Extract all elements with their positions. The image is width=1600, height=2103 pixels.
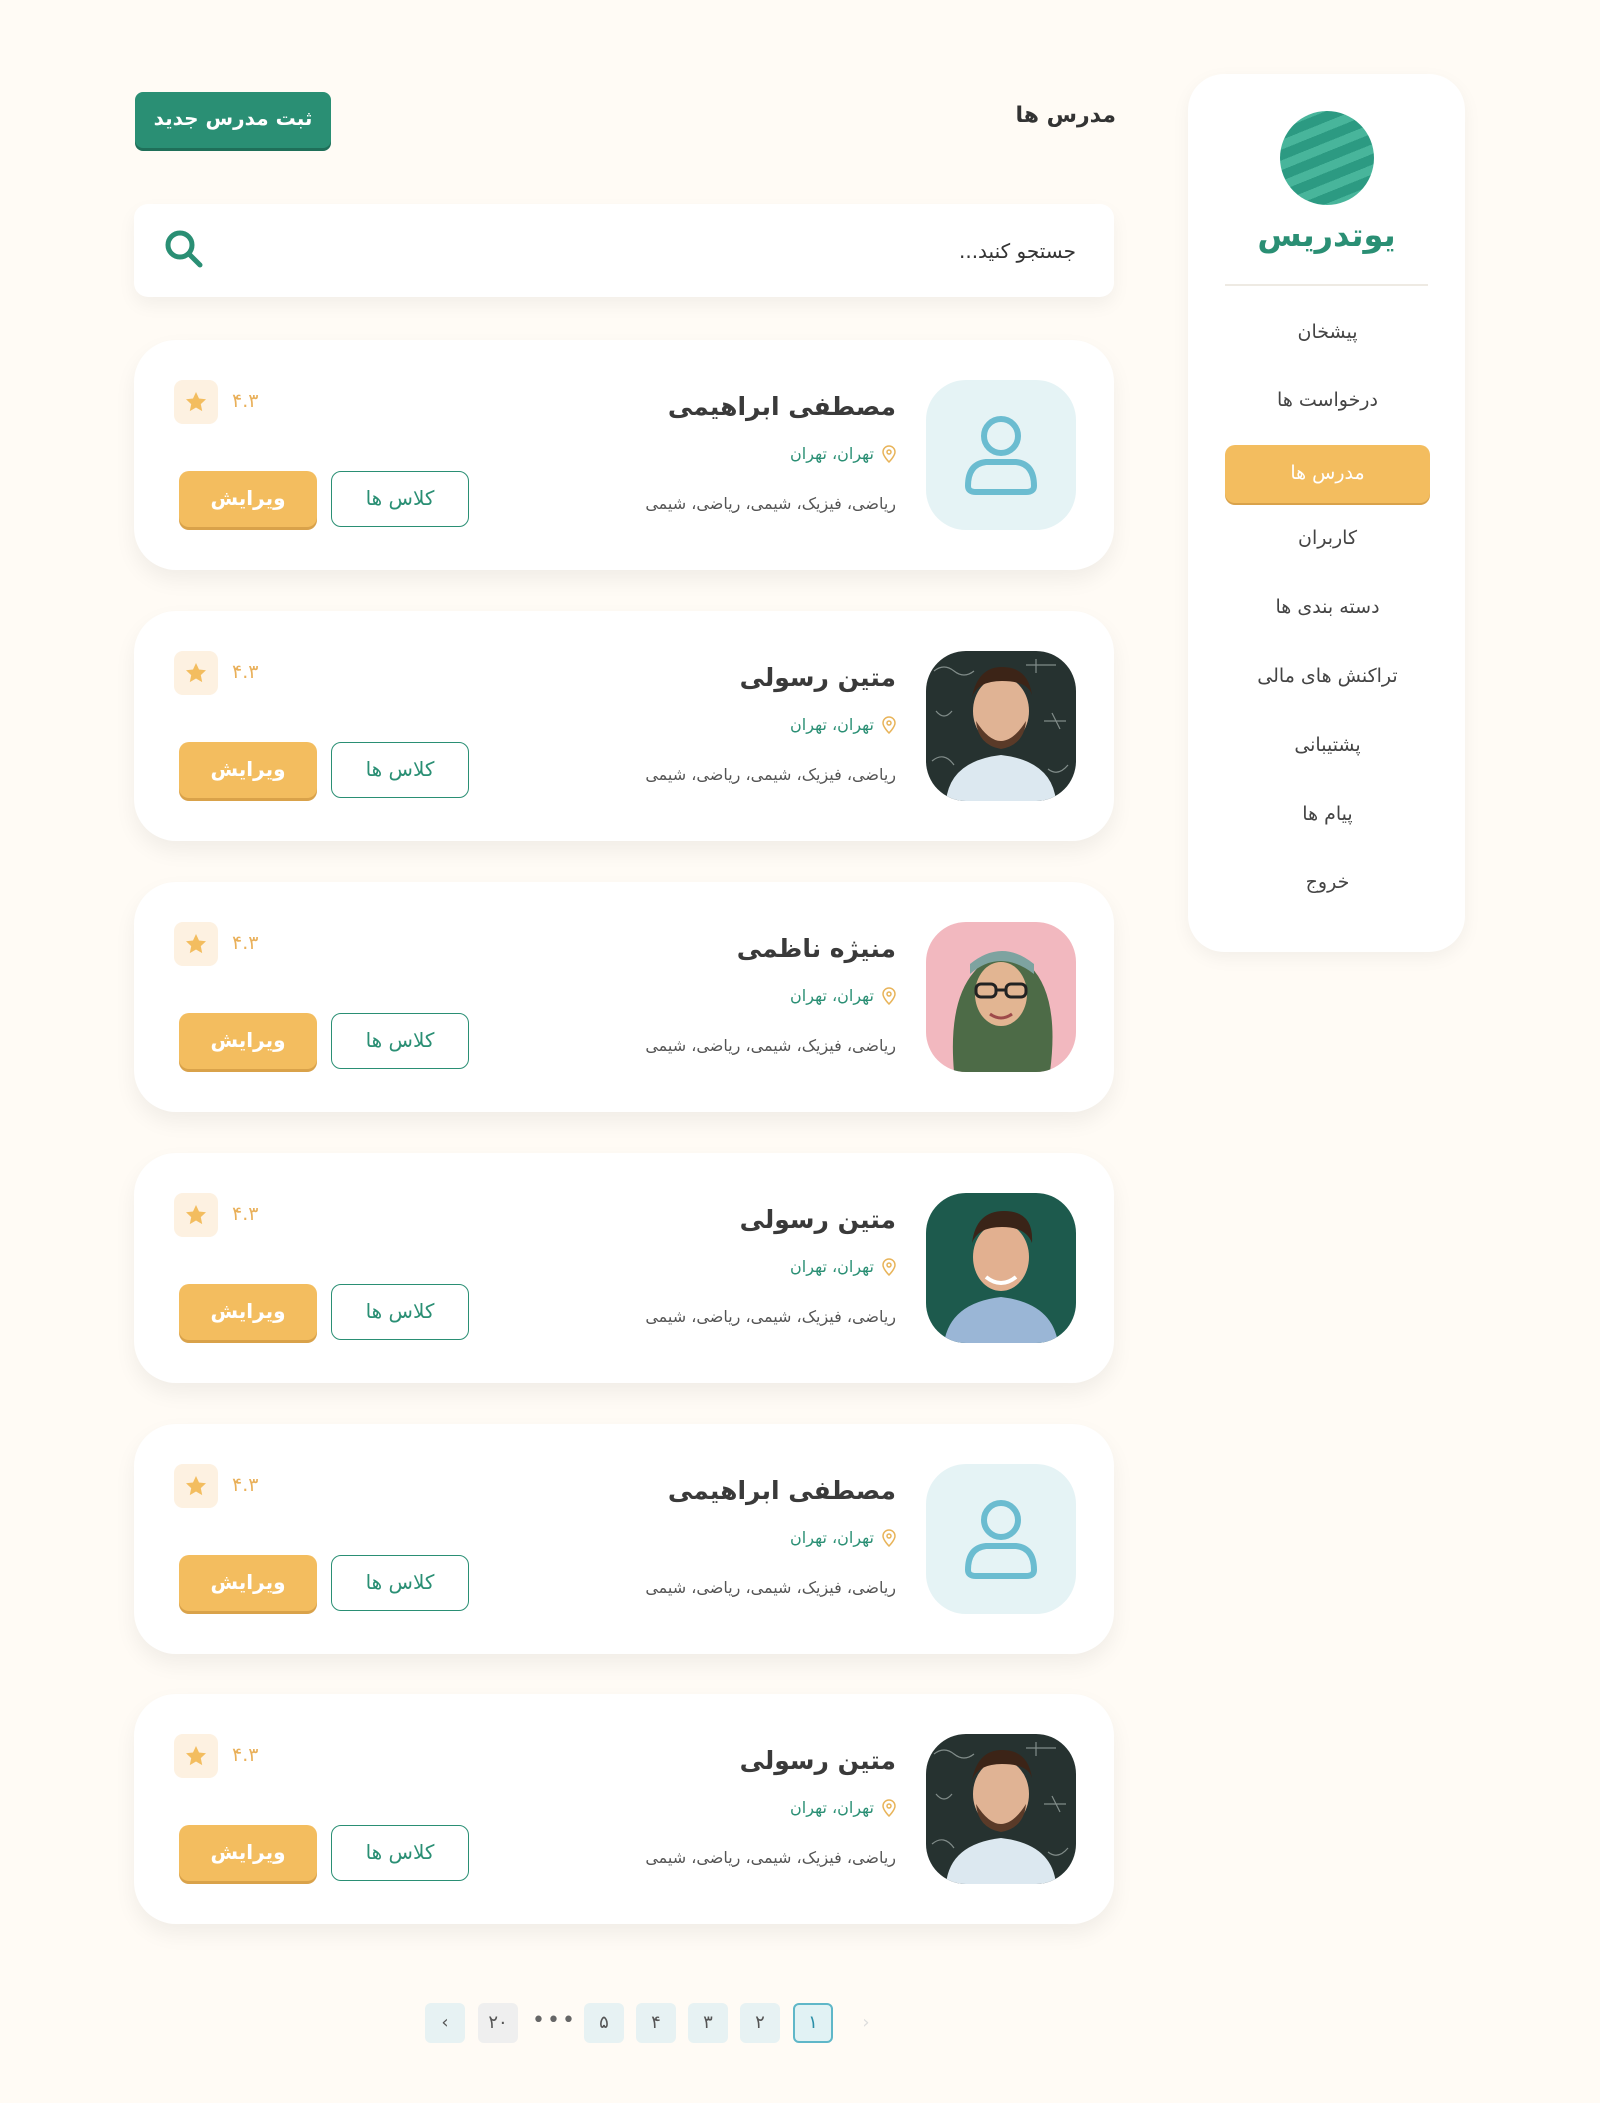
classes-button[interactable]: کلاس ها bbox=[331, 1013, 469, 1069]
star-icon bbox=[174, 651, 218, 695]
pagination-page-3[interactable]: ۳ bbox=[688, 2003, 728, 2043]
teacher-card: مصطفی ابراهیمی تهران، تهران ریاضی، فیزیک، … bbox=[134, 1424, 1114, 1654]
pagination-page-5[interactable]: ۵ bbox=[584, 2003, 624, 2043]
sidebar-item-categories[interactable]: دسته بندی ها bbox=[1225, 579, 1430, 637]
sidebar-divider bbox=[1225, 284, 1428, 286]
teacher-subjects: ریاضی، فیزیک، شیمی، ریاضی، شیمی bbox=[645, 1036, 896, 1055]
location-pin-icon bbox=[880, 1257, 896, 1276]
avatar bbox=[926, 651, 1076, 801]
pagination-ellipsis: ••• bbox=[532, 2008, 577, 2033]
teacher-rating: ۴.۳ bbox=[232, 1474, 259, 1496]
classes-button[interactable]: کلاس ها bbox=[331, 1555, 469, 1611]
edit-button[interactable]: ویرایش bbox=[179, 1555, 317, 1611]
avatar bbox=[926, 1464, 1076, 1614]
pagination-page-2[interactable]: ۲ bbox=[740, 2003, 780, 2043]
sidebar-item-teachers[interactable]: مدرس ها bbox=[1225, 445, 1430, 503]
search-icon[interactable] bbox=[160, 225, 208, 273]
edit-button[interactable]: ویرایش bbox=[179, 471, 317, 527]
location-pin-icon bbox=[880, 1798, 896, 1817]
teacher-rating: ۴.۳ bbox=[232, 1203, 259, 1225]
location-text: تهران، تهران bbox=[790, 1257, 874, 1276]
edit-button[interactable]: ویرایش bbox=[179, 1013, 317, 1069]
teacher-name: متین رسولی bbox=[739, 1746, 896, 1775]
avatar bbox=[926, 380, 1076, 530]
edit-button[interactable]: ویرایش bbox=[179, 742, 317, 798]
edit-button[interactable]: ویرایش bbox=[179, 1825, 317, 1881]
teacher-rating: ۴.۳ bbox=[232, 390, 259, 412]
sidebar-item-transactions[interactable]: تراکنش های مالی bbox=[1225, 648, 1430, 706]
logo-icon bbox=[1280, 111, 1374, 205]
teacher-location: تهران، تهران bbox=[790, 1528, 896, 1547]
sidebar-item-users[interactable]: کاربران bbox=[1225, 510, 1430, 568]
teacher-name: مصطفی ابراهیمی bbox=[667, 1476, 896, 1505]
sidebar-item-dashboard[interactable]: پیشخان bbox=[1225, 304, 1430, 362]
pagination-next-button[interactable]: ‹ bbox=[425, 2003, 465, 2043]
avatar bbox=[926, 922, 1076, 1072]
teacher-subjects: ریاضی، فیزیک، شیمی، ریاضی، شیمی bbox=[645, 765, 896, 784]
teacher-rating: ۴.۳ bbox=[232, 661, 259, 683]
star-icon bbox=[174, 380, 218, 424]
teacher-card: مصطفی ابراهیمی تهران، تهران ریاضی، فیزیک، … bbox=[134, 340, 1114, 570]
location-pin-icon bbox=[880, 986, 896, 1005]
sidebar-item-requests[interactable]: درخواست ها bbox=[1225, 372, 1430, 430]
sidebar-item-logout[interactable]: خروج bbox=[1225, 854, 1430, 912]
teacher-name: متین رسولی bbox=[739, 663, 896, 692]
search-bar bbox=[134, 204, 1114, 297]
location-pin-icon bbox=[880, 444, 896, 463]
star-icon bbox=[174, 1464, 218, 1508]
location-pin-icon bbox=[880, 1528, 896, 1547]
pagination-page-4[interactable]: ۴ bbox=[636, 2003, 676, 2043]
teacher-subjects: ریاضی، فیزیک، شیمی، ریاضی، شیمی bbox=[645, 1848, 896, 1867]
teacher-name: متین رسولی bbox=[739, 1205, 896, 1234]
teacher-location: تهران، تهران bbox=[790, 986, 896, 1005]
teacher-card: منیژه ناظمی تهران، تهران ریاضی، فیزیک، شیم… bbox=[134, 882, 1114, 1112]
edit-button[interactable]: ویرایش bbox=[179, 1284, 317, 1340]
teacher-rating: ۴.۳ bbox=[232, 932, 259, 954]
location-text: تهران، تهران bbox=[790, 986, 874, 1005]
add-teacher-button[interactable]: ثبت مدرس جدید bbox=[135, 92, 331, 148]
teacher-location: تهران، تهران bbox=[790, 1798, 896, 1817]
pagination-prev-button[interactable]: › bbox=[846, 2003, 886, 2043]
teacher-location: تهران، تهران bbox=[790, 444, 896, 463]
teacher-subjects: ریاضی، فیزیک، شیمی، ریاضی، شیمی bbox=[645, 1578, 896, 1597]
avatar bbox=[926, 1734, 1076, 1884]
teacher-name: منیژه ناظمی bbox=[736, 934, 896, 963]
teacher-subjects: ریاضی، فیزیک، شیمی، ریاضی، شیمی bbox=[645, 1307, 896, 1326]
teacher-card: متین رسولی تهران، تهران ریاضی، فیزیک، شیمی… bbox=[134, 1694, 1114, 1924]
classes-button[interactable]: کلاس ها bbox=[331, 742, 469, 798]
teacher-location: تهران، تهران bbox=[790, 1257, 896, 1276]
search-input[interactable] bbox=[374, 226, 1078, 276]
location-text: تهران، تهران bbox=[790, 715, 874, 734]
brand-name: یوتدریس bbox=[1257, 216, 1396, 254]
classes-button[interactable]: کلاس ها bbox=[331, 471, 469, 527]
teacher-name: مصطفی ابراهیمی bbox=[667, 392, 896, 421]
teacher-rating: ۴.۳ bbox=[232, 1744, 259, 1766]
pagination-page-last[interactable]: ۲۰ bbox=[478, 2003, 518, 2043]
star-icon bbox=[174, 1734, 218, 1778]
teacher-card: متین رسولی تهران، تهران ریاضی، فیزیک، شیمی… bbox=[134, 611, 1114, 841]
sidebar: یوتدریس پیشخان درخواست ها مدرس ها کاربرا… bbox=[1188, 74, 1465, 952]
teacher-card: متین رسولی تهران، تهران ریاضی، فیزیک، شیمی… bbox=[134, 1153, 1114, 1383]
classes-button[interactable]: کلاس ها bbox=[331, 1284, 469, 1340]
location-text: تهران، تهران bbox=[790, 1798, 874, 1817]
location-text: تهران، تهران bbox=[790, 1528, 874, 1547]
teacher-subjects: ریاضی، فیزیک، شیمی، ریاضی، شیمی bbox=[645, 494, 896, 513]
page-title: مدرس ها bbox=[1015, 103, 1116, 128]
location-pin-icon bbox=[880, 715, 896, 734]
sidebar-item-support[interactable]: پشتیبانی bbox=[1225, 717, 1430, 775]
pagination-page-1[interactable]: ۱ bbox=[793, 2003, 833, 2043]
location-text: تهران، تهران bbox=[790, 444, 874, 463]
star-icon bbox=[174, 922, 218, 966]
classes-button[interactable]: کلاس ها bbox=[331, 1825, 469, 1881]
teacher-location: تهران، تهران bbox=[790, 715, 896, 734]
avatar bbox=[926, 1193, 1076, 1343]
star-icon bbox=[174, 1193, 218, 1237]
sidebar-item-messages[interactable]: پیام ها bbox=[1225, 786, 1430, 844]
